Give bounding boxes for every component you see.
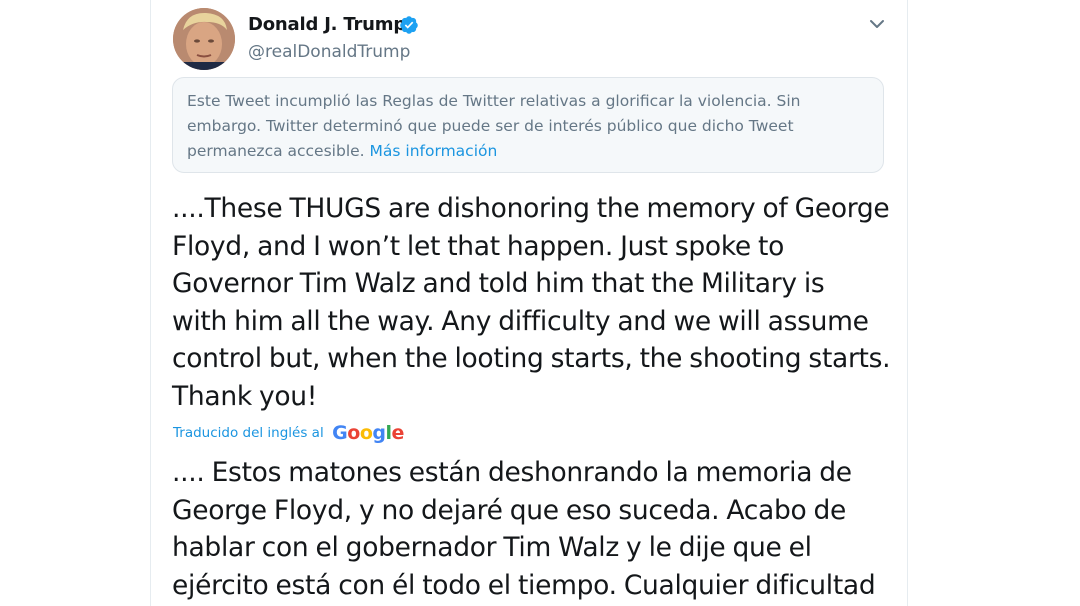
tweet-text: ....These THUGS are dishonoring the memo… bbox=[172, 190, 892, 415]
chevron-down-icon[interactable] bbox=[867, 14, 887, 34]
avatar[interactable] bbox=[173, 8, 235, 70]
tweet-text-line: with him all the way. Any difficulty and… bbox=[172, 305, 869, 337]
tweet-text-line: Thank you! bbox=[172, 380, 318, 412]
verified-badge-icon bbox=[400, 16, 418, 34]
translated-tweet-text: .... Estos matones están deshonrando la … bbox=[172, 454, 896, 604]
tweet-text-line: ....These THUGS are dishonoring the memo… bbox=[172, 193, 890, 224]
translated-text-line: .... Estos matones están deshonrando la … bbox=[172, 457, 852, 488]
learn-more-link[interactable]: Más información bbox=[370, 142, 498, 160]
avatar-image bbox=[173, 8, 235, 70]
translated-by-label: Traducido del inglés al bbox=[173, 425, 324, 441]
translated-text-line: hablar con el gobernador Tim Walz y le d… bbox=[172, 532, 812, 563]
page: Donald J. Trump @realDonaldTrump Este Tw… bbox=[0, 0, 1080, 606]
tweet-card: Donald J. Trump @realDonaldTrump Este Tw… bbox=[150, 0, 908, 606]
tweet-text-line: Floyd, and I won’t let that happen. Just… bbox=[172, 230, 785, 262]
google-logo: Google bbox=[332, 422, 404, 444]
google-logo-letter: G bbox=[332, 422, 348, 444]
author-name[interactable]: Donald J. Trump bbox=[248, 14, 406, 35]
google-logo-letter: o bbox=[347, 422, 360, 444]
tweet-text-line: control but, when the looting starts, th… bbox=[172, 343, 891, 374]
tweet-text-line: Governor Tim Walz and told him that the … bbox=[172, 268, 825, 299]
translated-text-line: ejército está con él todo el tiempo. Cua… bbox=[172, 569, 876, 601]
translated-by-google-link[interactable]: Traducido del inglés al Google bbox=[173, 422, 404, 444]
google-logo-letter: o bbox=[359, 422, 373, 444]
tweet-interstitial-notice: Este Tweet incumplió las Reglas de Twitt… bbox=[172, 77, 884, 173]
translated-text-line: George Floyd, y no dejaré que eso suceda… bbox=[172, 494, 847, 526]
author-handle[interactable]: @realDonaldTrump bbox=[248, 42, 410, 62]
google-logo-letter: g bbox=[372, 422, 386, 444]
google-logo-letter: e bbox=[391, 422, 405, 444]
